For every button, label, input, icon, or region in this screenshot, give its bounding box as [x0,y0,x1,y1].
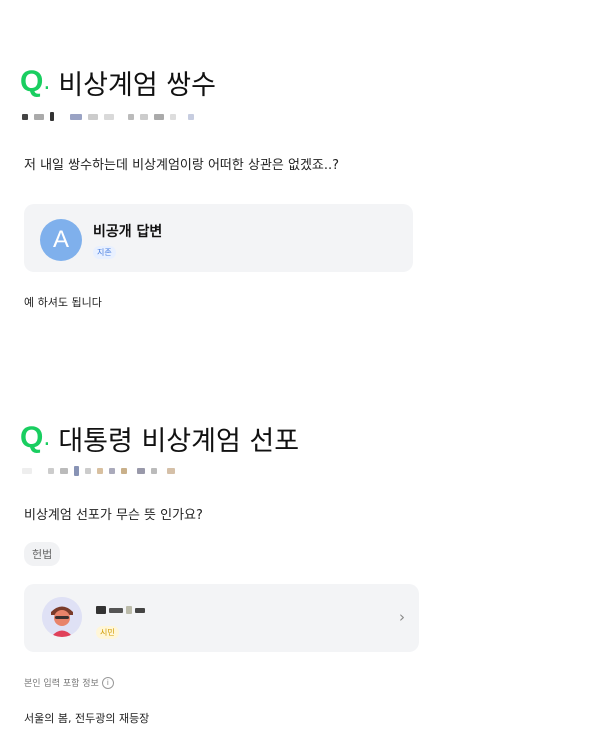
category-tag[interactable]: 헌법 [24,542,61,566]
answer-author-blurred [96,606,145,614]
answer-author: 비공개 답변 [93,224,163,240]
answer-card[interactable]: 시민 › [24,584,419,652]
question-title-row[interactable]: Q . 대통령 비상계엄 선포 [20,418,299,458]
info-line: 본인 입력 포함 정보 i [24,676,114,689]
question-title-row[interactable]: Q . 비상계엄 쌍수 [20,62,216,102]
answer-text: 예 하셔도 됩니다 [24,296,102,309]
question-title[interactable]: 대통령 비상계엄 선포 [58,419,299,458]
q-mark-icon: Q [20,65,43,98]
info-icon[interactable]: i [101,676,114,689]
answer-text: 서울의 봄, 전두광의 재등장 [24,712,150,725]
answer-card[interactable]: A 비공개 답변 지존 [24,204,413,272]
q-mark-dot: . [43,69,51,95]
q-mark-icon: Q [20,421,43,454]
question-meta-blurred [22,112,194,121]
avatar-icon [42,597,82,637]
question-body: 비상계엄 선포가 무슨 뜻 인가요? [24,508,203,523]
q-mark-dot: . [43,425,51,451]
question-body: 저 내일 쌍수하는데 비상계엄이랑 어떠한 상관은 없겠죠..? [24,158,340,173]
question-meta-blurred [22,466,175,476]
info-label: 본인 입력 포함 정보 [24,679,99,689]
rank-badge: 지존 [93,246,116,259]
question-title[interactable]: 비상계엄 쌍수 [58,63,216,102]
chevron-right-icon[interactable]: › [399,608,405,626]
rank-badge: 시민 [96,626,119,639]
avatar-icon: A [40,219,82,261]
